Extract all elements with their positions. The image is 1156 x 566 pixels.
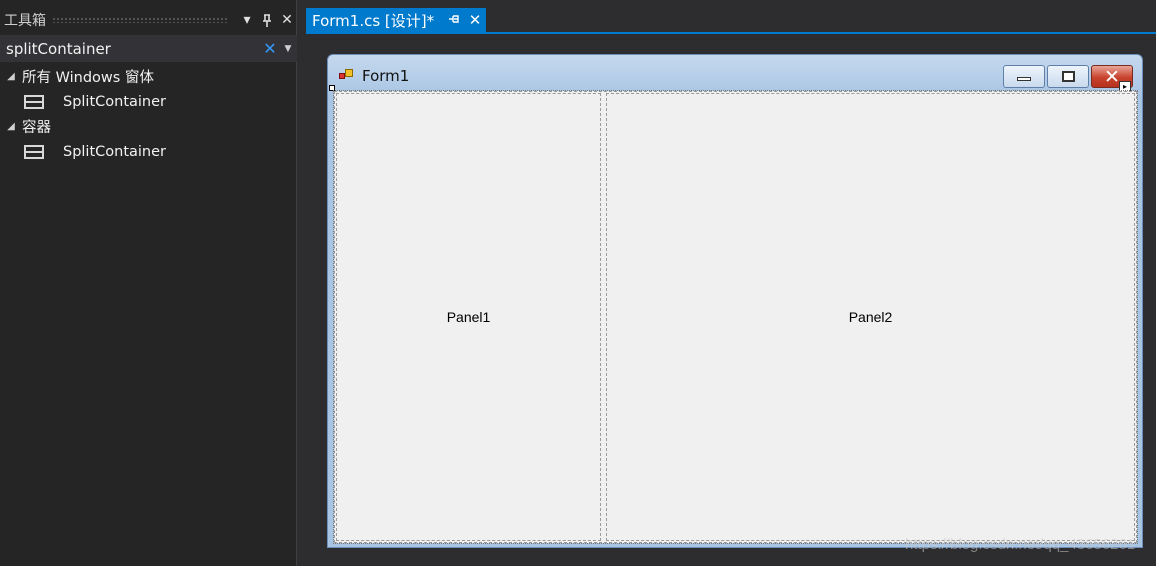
close-icon[interactable]: ✕ bbox=[277, 9, 297, 31]
toolbox-titlebar[interactable]: 工具箱 ▾ ✕ bbox=[0, 6, 297, 34]
watermark: https://blog.csdn.net/qq_43656261 bbox=[905, 536, 1136, 553]
minimize-icon bbox=[1017, 76, 1031, 81]
expanded-arrow-icon[interactable]: ◢ bbox=[0, 71, 22, 82]
search-input[interactable] bbox=[0, 35, 261, 62]
document-tab-strip: Form1.cs [设计]* ✕ bbox=[306, 8, 1156, 32]
toolbox-item-splitcontainer[interactable]: SplitContainer bbox=[0, 89, 297, 114]
toolbox-drag-grip[interactable] bbox=[52, 17, 229, 23]
pin-icon[interactable] bbox=[444, 13, 464, 27]
toolbox-item-label: SplitContainer bbox=[63, 143, 167, 160]
tree-group-containers[interactable]: ◢ 容器 bbox=[0, 114, 297, 139]
toolbox-search-box: ✕ ▼ bbox=[0, 35, 297, 62]
clear-search-icon[interactable]: ✕ bbox=[261, 39, 279, 58]
toolbox-item-splitcontainer[interactable]: SplitContainer bbox=[0, 139, 297, 164]
tab-label: Form1.cs [设计]* bbox=[312, 11, 435, 30]
toolbox-panel: 工具箱 ▾ ✕ ✕ ▼ ◢ 所有 Windows 窗体 SplitContain… bbox=[0, 0, 297, 566]
tree-group-label: 所有 Windows 窗体 bbox=[22, 70, 154, 86]
tree-group-all-windows-forms[interactable]: ◢ 所有 Windows 窗体 bbox=[0, 64, 297, 89]
form-window[interactable]: Form1 ✕ ▸ Panel1 Panel2 bbox=[327, 54, 1143, 548]
expanded-arrow-icon[interactable]: ◢ bbox=[0, 121, 22, 132]
toolbox-item-label: SplitContainer bbox=[63, 93, 167, 110]
splitcontainer-icon bbox=[24, 94, 44, 109]
split-container[interactable]: Panel1 Panel2 bbox=[333, 90, 1138, 544]
panel2-label: Panel2 bbox=[848, 309, 893, 325]
tab-form1-design[interactable]: Form1.cs [设计]* ✕ bbox=[306, 8, 486, 32]
split-panel1[interactable]: Panel1 bbox=[336, 93, 601, 541]
triangle-down-icon[interactable]: ▾ bbox=[237, 9, 257, 31]
split-panel2[interactable]: Panel2 bbox=[606, 93, 1135, 541]
form-titlebar[interactable]: Form1 ✕ ▸ bbox=[328, 55, 1142, 93]
toolbox-title: 工具箱 bbox=[4, 13, 46, 29]
form-icon bbox=[339, 69, 354, 82]
maximize-icon bbox=[1061, 71, 1075, 82]
panel1-label: Panel1 bbox=[446, 309, 491, 325]
maximize-button[interactable] bbox=[1047, 65, 1089, 88]
pin-icon[interactable] bbox=[257, 9, 277, 31]
close-icon[interactable]: ✕ bbox=[464, 11, 486, 29]
search-dropdown-icon[interactable]: ▼ bbox=[279, 44, 297, 54]
tree-group-label: 容器 bbox=[22, 120, 51, 136]
splitcontainer-icon bbox=[24, 144, 44, 159]
minimize-button[interactable] bbox=[1003, 65, 1045, 88]
form-title: Form1 bbox=[362, 67, 410, 85]
